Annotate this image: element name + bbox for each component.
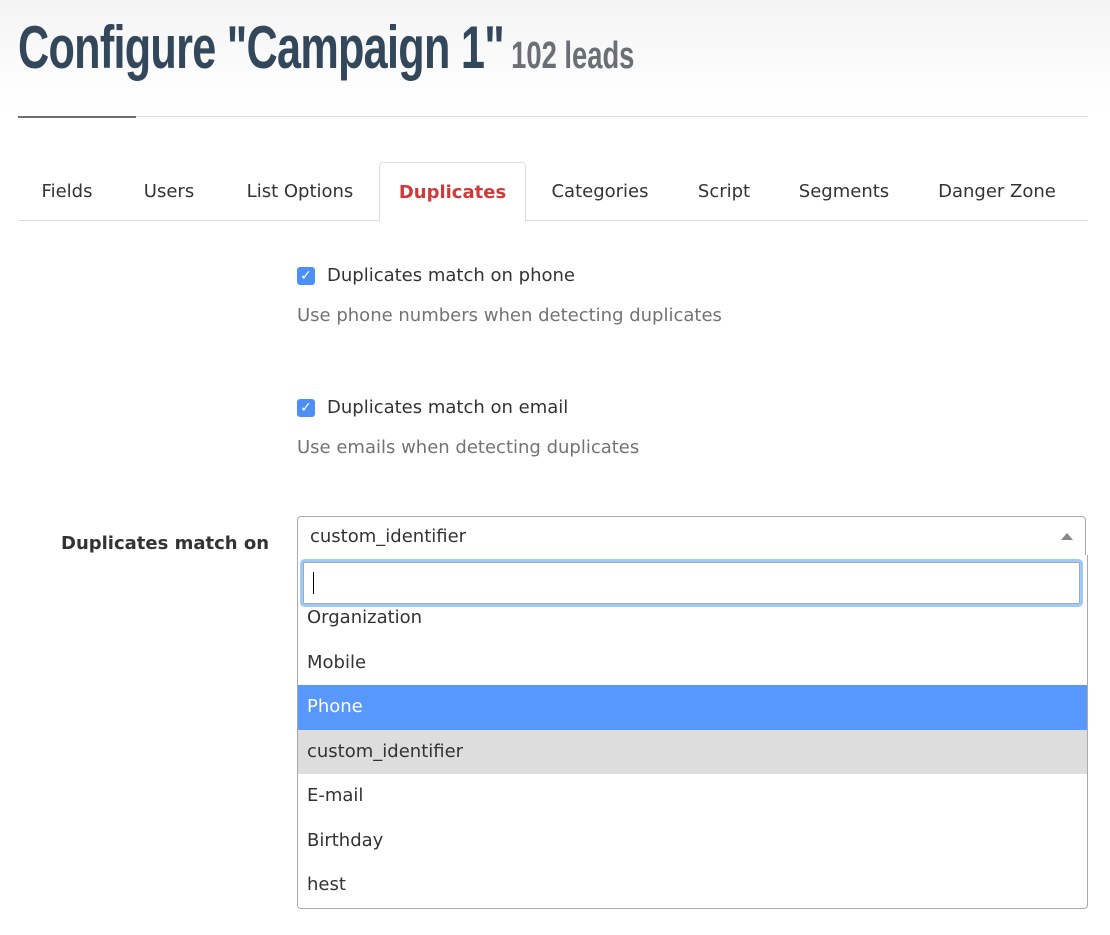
tab-segments[interactable]: Segments (782, 162, 906, 220)
phone-match-checkbox[interactable]: ✓ (297, 267, 315, 285)
campaign-title: Configure "Campaign 1" (18, 14, 505, 81)
tab-script[interactable]: Script (678, 162, 770, 220)
tab-danger-zone[interactable]: Danger Zone (918, 162, 1076, 220)
option-organization[interactable]: Organization (298, 596, 1087, 641)
title-divider (18, 116, 1088, 117)
option-list: Organization Mobile Phone custom_identif… (298, 596, 1087, 908)
email-match-label[interactable]: Duplicates match on email (327, 396, 568, 420)
lead-count: 102 leads (511, 35, 635, 77)
page-title: Configure "Campaign 1" 102 leads (18, 18, 634, 78)
tab-categories[interactable]: Categories (530, 162, 670, 220)
tab-fields[interactable]: Fields (18, 162, 116, 220)
match-on-select[interactable]: custom_identifier (297, 516, 1086, 556)
phone-match-label[interactable]: Duplicates match on phone (327, 264, 575, 288)
option-birthday[interactable]: Birthday (298, 819, 1087, 864)
settings-tabs: Fields Users List Options Duplicates Cat… (18, 162, 1088, 222)
option-custom-identifier[interactable]: custom_identifier (298, 729, 1087, 774)
option-hest[interactable]: hest (298, 863, 1087, 908)
select-current-value: custom_identifier (310, 526, 467, 547)
phone-match-help: Use phone numbers when detecting duplica… (297, 305, 722, 326)
title-divider-accent (18, 116, 136, 118)
tab-duplicates[interactable]: Duplicates (379, 162, 526, 222)
tab-list-options[interactable]: List Options (222, 162, 378, 220)
text-caret (313, 572, 314, 594)
option-phone[interactable]: Phone (298, 685, 1087, 730)
email-match-help: Use emails when detecting duplicates (297, 437, 640, 458)
check-icon: ✓ (300, 400, 312, 416)
chevron-up-icon[interactable] (1061, 533, 1073, 540)
match-on-label: Duplicates match on (61, 533, 270, 554)
option-email[interactable]: E-mail (298, 774, 1087, 819)
option-mobile[interactable]: Mobile (298, 641, 1087, 686)
match-on-dropdown: Organization Mobile Phone custom_identif… (297, 555, 1088, 909)
check-icon: ✓ (300, 268, 312, 284)
email-match-checkbox[interactable]: ✓ (297, 399, 315, 417)
tab-users[interactable]: Users (118, 162, 220, 220)
